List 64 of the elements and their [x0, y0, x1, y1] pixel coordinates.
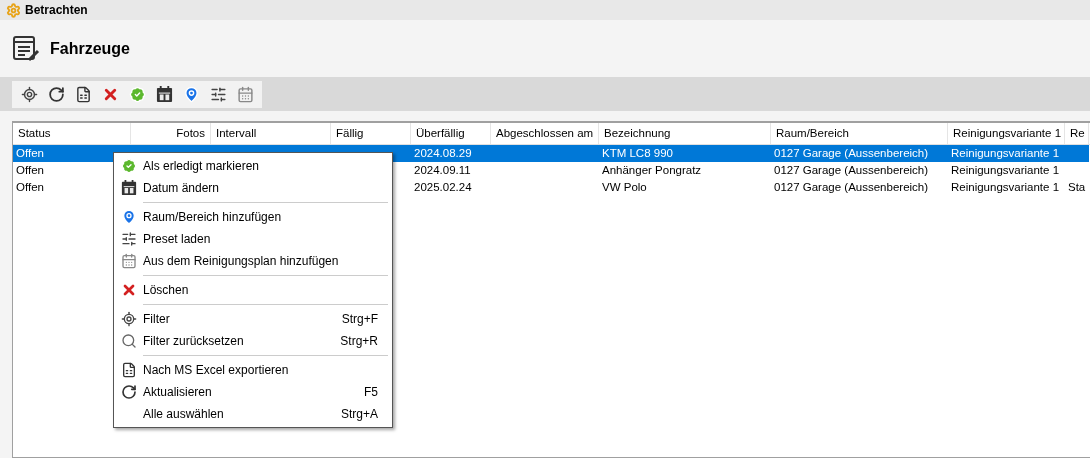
column-header[interactable]: Intervall [211, 123, 331, 144]
column-header[interactable]: Raum/Bereich [771, 123, 948, 144]
calendar-icon [155, 85, 173, 103]
sliders-icon [209, 85, 227, 103]
table-cell[interactable]: Anhänger Pongratz [599, 162, 771, 179]
column-header[interactable]: Status [13, 123, 131, 144]
menu-item[interactable]: Raum/Bereich hinzufügen [114, 206, 392, 228]
location-pin-icon [182, 85, 200, 103]
window-title: Betrachten [25, 2, 88, 19]
toolbar-button[interactable] [154, 84, 174, 104]
column-header[interactable]: Abgeschlossen am [491, 123, 599, 144]
calendar-grid-icon [121, 253, 137, 269]
menu-item[interactable]: Aus dem Reinigungsplan hinzufügen [114, 250, 392, 272]
menu-item[interactable]: Löschen [114, 279, 392, 301]
page-title: Fahrzeuge [50, 38, 130, 59]
delete-icon [121, 282, 137, 298]
table-cell[interactable]: 2025.02.24 [411, 179, 491, 196]
table-cell[interactable]: 0127 Garage (Aussenbereich) [771, 179, 948, 196]
column-header[interactable]: Fällig [331, 123, 411, 144]
menu-item[interactable]: Filter zurücksetzen Strg+R [114, 330, 392, 352]
menu-item[interactable]: Filter Strg+F [114, 308, 392, 330]
refresh-icon [47, 85, 65, 103]
table-cell[interactable]: KTM LC8 990 [599, 145, 771, 162]
table-cell[interactable]: Reinigungsvariante 1 [948, 145, 1065, 162]
shortcut-label: Strg+F [341, 311, 378, 328]
shortcut-label: F5 [364, 384, 378, 401]
gear-icon [6, 2, 21, 18]
table-cell[interactable]: 0127 Garage (Aussenbereich) [771, 145, 948, 162]
column-header[interactable]: Fotos [131, 123, 211, 144]
column-header[interactable]: Reinigungsvariante 1 [948, 123, 1065, 144]
table-cell[interactable]: Sta [1065, 179, 1089, 196]
check-badge-icon [121, 158, 137, 174]
column-header[interactable]: Bezeichnung [599, 123, 771, 144]
list-edit-icon [12, 34, 40, 63]
sliders-icon [121, 231, 137, 247]
table-cell[interactable]: Reinigungsvariante 1 [948, 179, 1065, 196]
menu-item[interactable]: Nach MS Excel exportieren [114, 359, 392, 381]
menu-item[interactable]: Datum ändern [114, 177, 392, 199]
table-cell[interactable]: 2024.08.29 [411, 145, 491, 162]
menu-item[interactable]: Alle auswählen Strg+A [114, 403, 392, 425]
target-icon [20, 85, 38, 103]
toolbar-button[interactable] [19, 84, 39, 104]
shortcut-label: Strg+R [340, 333, 378, 350]
toolbar-button[interactable] [46, 84, 66, 104]
target-icon [121, 311, 137, 327]
table-cell[interactable]: Offen [13, 145, 131, 162]
table-cell[interactable] [1065, 145, 1089, 162]
check-badge-icon [128, 85, 146, 103]
calendar-grid-icon [236, 85, 254, 103]
table-cell[interactable]: 2024.09.11 [411, 162, 491, 179]
column-header[interactable]: Re [1065, 123, 1089, 144]
refresh-icon [121, 384, 137, 400]
location-pin-icon [121, 209, 137, 225]
menu-item[interactable]: Aktualisieren F5 [114, 381, 392, 403]
spreadsheet-icon [74, 85, 92, 103]
shortcut-label: Strg+A [340, 406, 378, 423]
table-cell[interactable]: VW Polo [599, 179, 771, 196]
table-cell[interactable]: 0127 Garage (Aussenbereich) [771, 162, 948, 179]
calendar-icon [121, 180, 137, 196]
spreadsheet-icon [121, 362, 137, 378]
column-header[interactable]: Überfällig [411, 123, 491, 144]
search-icon [121, 333, 137, 349]
menu-item[interactable]: Preset laden [114, 228, 392, 250]
table-cell[interactable]: Reinigungsvariante 1 [948, 162, 1065, 179]
